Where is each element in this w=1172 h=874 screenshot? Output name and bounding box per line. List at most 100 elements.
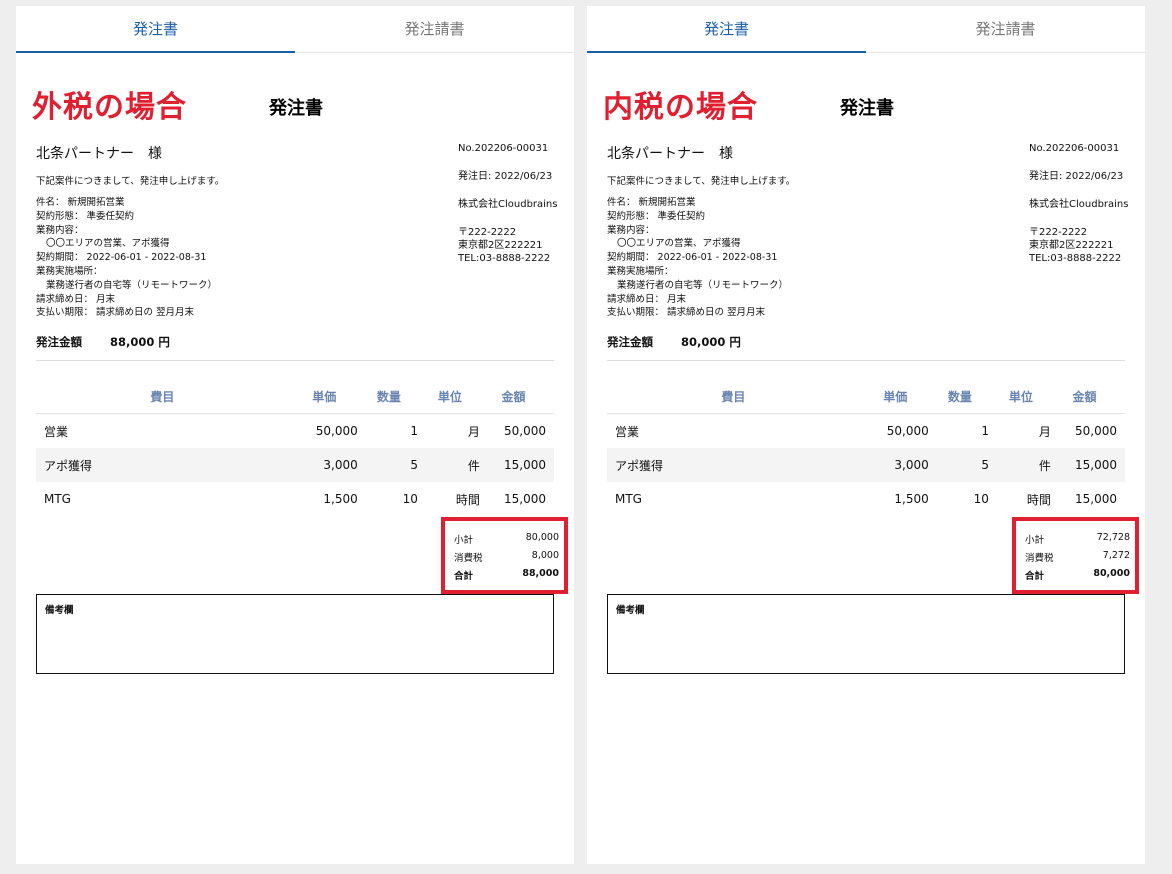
cell-item: 営業	[615, 424, 640, 439]
document-title: 発注書	[269, 98, 323, 119]
tab-order[interactable]: 発注書	[587, 6, 866, 53]
table-header-row: 費目 単価 数量 単位 金額	[36, 379, 554, 414]
cell-unit: 時間	[1026, 492, 1051, 507]
detail-closing-date: 請求締め日： 月末	[36, 293, 116, 305]
header-unit-price: 単価	[289, 379, 359, 414]
detail-work-content: 〇〇エリアの営業、アポ獲得	[46, 238, 170, 250]
cell-item: アポ獲得	[36, 448, 290, 482]
cell-unit-price: 50,000	[315, 424, 358, 438]
tab-order-acceptance[interactable]: 発注請書	[866, 6, 1145, 52]
tax-type-label: 内税の場合	[603, 90, 758, 125]
cell-amount: 15,000	[1050, 448, 1125, 482]
order-date: 発注日: 2022/06/23	[458, 171, 553, 182]
client-name: 北条パートナー 様	[36, 146, 162, 162]
table-row: MTG 1,500 10 時間 15,000	[607, 482, 1125, 516]
header-item: 費目	[607, 379, 861, 414]
order-panel-inclusive-tax: 発注書 発注請書 内税の場合 発注書 北条パートナー 様 下記案件につきまして、…	[587, 6, 1145, 864]
tax-label: 消費税	[454, 553, 483, 564]
total-value: 80,000	[1093, 568, 1130, 579]
issuer-tel: TEL:03-8888-2222	[1029, 253, 1122, 264]
document-number: No.202206-00031	[458, 143, 549, 154]
detail-closing-date: 請求締め日： 月末	[607, 293, 687, 305]
header-unit-price: 単価	[860, 379, 930, 414]
header-amount: 金額	[479, 379, 554, 414]
tax-row: 消費税 7,272	[1025, 550, 1130, 564]
cell-amount: 50,000	[504, 424, 546, 438]
detail-location: 業務遂行者の自宅等（リモートワーク）	[617, 279, 789, 291]
header-amount: 金額	[1050, 379, 1125, 414]
header-unit: 単位	[418, 379, 480, 414]
tax-value: 8,000	[531, 550, 559, 561]
cell-unit: 月	[467, 424, 480, 439]
issuer-company: 株式会社Cloudbrains	[1029, 199, 1129, 210]
items-table: 費目 単価 数量 単位 金額 営業 50,000 1 月 50,000 アポ獲得…	[36, 379, 554, 516]
order-amount-value: 88,000 円	[110, 335, 170, 349]
total-value: 88,000	[522, 568, 559, 579]
cell-unit-price: 3,000	[860, 448, 930, 482]
total-label: 合計	[1025, 571, 1045, 582]
cell-quantity: 1	[410, 424, 418, 438]
tab-order-acceptance[interactable]: 発注請書	[295, 6, 574, 52]
cell-unit-price: 1,500	[323, 492, 358, 506]
detail-location-label: 業務実施場所：	[607, 265, 674, 277]
tab-order[interactable]: 発注書	[16, 6, 295, 53]
intro-text: 下記案件につきまして、発注申し上げます。	[607, 176, 796, 187]
document-number: No.202206-00031	[1029, 143, 1120, 154]
order-amount-value: 80,000 円	[681, 335, 741, 349]
detail-payment-due: 支払い期限： 請求締め日の 翌月月末	[607, 307, 766, 319]
totals-box: 小計 72,728 消費税 7,272 合計 80,000	[1012, 517, 1139, 594]
issuer-company: 株式会社Cloudbrains	[458, 199, 558, 210]
table-row: 営業 50,000 1 月 50,000	[607, 414, 1125, 449]
tax-row: 消費税 8,000	[454, 550, 559, 564]
order-amount: 発注金額 88,000 円	[36, 334, 554, 361]
cell-unit-price: 50,000	[886, 424, 929, 438]
cell-quantity: 5	[358, 448, 419, 482]
order-amount-label: 発注金額	[607, 335, 653, 349]
detail-location: 業務遂行者の自宅等（リモートワーク）	[46, 279, 218, 291]
document-title: 発注書	[840, 98, 894, 119]
detail-period: 契約期間： 2022-06-01 - 2022-08-31	[607, 252, 778, 264]
header-quantity: 数量	[929, 379, 990, 414]
detail-location-label: 業務実施場所：	[36, 265, 103, 277]
contract-details: 件名： 新規開拓営業 契約形態： 準委任契約 業務内容： 〇〇エリアの営業、アポ…	[36, 196, 217, 320]
total-label: 合計	[454, 571, 474, 582]
detail-work-label: 業務内容：	[36, 224, 84, 236]
order-date: 発注日: 2022/06/23	[1029, 171, 1124, 182]
cell-unit: 時間	[455, 492, 480, 507]
cell-unit: 件	[418, 448, 480, 482]
cell-quantity: 10	[973, 492, 989, 506]
tab-bar: 発注書 発注請書	[16, 6, 574, 53]
notes-box[interactable]: 備考欄	[607, 594, 1125, 674]
issuer-address: 東京都2区222221	[458, 240, 543, 251]
notes-box[interactable]: 備考欄	[36, 594, 554, 674]
cell-amount: 50,000	[1075, 424, 1117, 438]
contract-details: 件名： 新規開拓営業 契約形態： 準委任契約 業務内容： 〇〇エリアの営業、アポ…	[607, 196, 788, 320]
detail-work-label: 業務内容：	[607, 224, 655, 236]
cell-item: アポ獲得	[607, 448, 861, 482]
cell-item: MTG	[44, 492, 71, 506]
subtotal-row: 小計 80,000	[454, 532, 559, 546]
table-row: MTG 1,500 10 時間 15,000	[36, 482, 554, 516]
cell-unit-price: 1,500	[894, 492, 929, 506]
tax-label: 消費税	[1025, 553, 1054, 564]
table-row: アポ獲得 3,000 5 件 15,000	[36, 448, 554, 482]
cell-amount: 15,000	[479, 448, 554, 482]
cell-unit-price: 3,000	[289, 448, 359, 482]
header-quantity: 数量	[358, 379, 419, 414]
issuer-address: 東京都2区222221	[1029, 240, 1114, 251]
issuer-tel: TEL:03-8888-2222	[458, 253, 551, 264]
subtotal-label: 小計	[454, 535, 474, 546]
subtotal-row: 小計 72,728	[1025, 532, 1130, 546]
tab-bar: 発注書 発注請書	[587, 6, 1145, 53]
table-row: 営業 50,000 1 月 50,000	[36, 414, 554, 449]
detail-work-content: 〇〇エリアの営業、アポ獲得	[617, 238, 741, 250]
cell-amount: 15,000	[1075, 492, 1117, 506]
detail-payment-due: 支払い期限： 請求締め日の 翌月月末	[36, 307, 195, 319]
detail-contract-type: 契約形態： 準委任契約	[607, 210, 706, 222]
subtotal-value: 80,000	[525, 532, 559, 543]
tax-value: 7,272	[1102, 550, 1130, 561]
items-table: 費目 単価 数量 単位 金額 営業 50,000 1 月 50,000 アポ獲得…	[607, 379, 1125, 516]
detail-subject: 件名： 新規開拓営業	[607, 197, 696, 208]
detail-contract-type: 契約形態： 準委任契約	[36, 210, 135, 222]
header-unit: 単位	[989, 379, 1051, 414]
